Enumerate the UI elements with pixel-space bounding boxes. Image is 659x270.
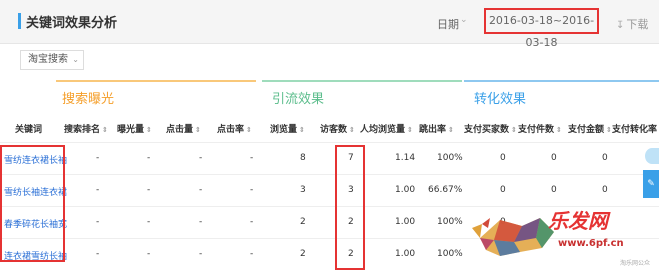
download-button[interactable]: ↧ 下载 [616,16,648,32]
cell-buyers: 0 [500,153,506,163]
cell-amount: 0 [602,185,608,195]
col-impressions-label: 曝光量 [117,125,145,135]
date-range-picker[interactable]: 2016-03-18~2016-03-18 [484,8,599,49]
source-select-value: 淘宝搜索 [28,54,68,65]
cell-pv-per-visitor: 1.14 [395,153,416,163]
cell-search-rank: - [96,217,100,227]
col-ctr-label: 点击率 [217,125,245,135]
cell-pageviews: 2 [300,217,306,227]
sort-icon: ⇕ [606,126,612,134]
cell-pv-per-visitor: 1.00 [395,249,416,259]
watermark-sub: 淘乐网公众 [620,260,651,267]
sort-icon: ⇕ [195,126,201,134]
sort-icon: ⇕ [448,126,454,134]
cell-pv-per-visitor: 1.00 [395,217,416,227]
col-conversion-rate[interactable]: 支付转化率 [612,122,657,135]
cell-impressions: - [147,217,151,227]
download-label: 下载 [626,18,649,31]
col-bounce-rate-label: 跳出率 [419,125,447,135]
cell-search-rank: - [96,249,100,259]
date-label[interactable]: 日期 [437,16,459,32]
cell-search-rank: - [96,153,100,163]
col-pv-per-visitor-label: 人均浏览量 [360,125,406,135]
sort-icon: ⇕ [511,126,517,134]
cell-search-rank: - [96,185,100,195]
group-traffic: 引流效果 [272,92,325,107]
cell-impressions: - [147,249,151,259]
cell-bounce-rate: 100% [437,217,463,227]
cell-ctr: - [250,185,254,195]
cell-buyers: 0 [500,185,506,195]
cell-bounce-rate: 100% [437,153,463,163]
cell-clicks: - [199,217,203,227]
cell-ctr: - [250,249,254,259]
cell-pageviews: 8 [300,153,306,163]
col-keyword: 关键词 [15,125,43,135]
col-pageviews-label: 浏览量 [270,125,298,135]
col-items[interactable]: 支付件数 ⇕ [518,122,562,135]
cell-pageviews: 3 [300,185,306,195]
sort-icon: ⇕ [299,126,305,134]
watermark-url: www.6pf.cn [558,238,624,249]
col-buyers-label: 支付买家数 [464,125,510,135]
row-divider [0,174,659,175]
sort-icon: ⇕ [556,126,562,134]
feedback-button[interactable]: ✎ [643,170,659,198]
col-pv-per-visitor[interactable]: 人均浏览量 ⇕ [360,122,413,135]
col-amount-label: 支付金额 [568,125,605,135]
col-bounce-rate[interactable]: 跳出率 ⇕ [419,122,454,135]
col-pageviews[interactable]: 浏览量 ⇕ [270,122,305,135]
chevron-down-icon: ⌄ [72,55,79,64]
sort-icon: ⇕ [246,126,252,134]
cell-items: 0 [551,153,557,163]
cell-pv-per-visitor: 1.00 [395,185,416,195]
assistant-icon[interactable] [645,148,659,164]
group-line-traffic [262,80,462,82]
sort-icon: ⇕ [349,126,355,134]
col-search-rank-label: 搜索排名 [64,125,101,135]
source-select[interactable]: 淘宝搜索 ⌄ [20,50,84,70]
cell-items: 0 [551,185,557,195]
col-amount[interactable]: 支付金额 ⇕ [568,122,612,135]
visitors-highlight-box [335,145,365,270]
cell-impressions: - [147,153,151,163]
cell-clicks: - [199,249,203,259]
col-visitors-label: 访客数 [320,125,348,135]
cell-pageviews: 2 [300,249,306,259]
cell-bounce-rate: 100% [437,249,463,259]
cell-clicks: - [199,185,203,195]
col-buyers[interactable]: 支付买家数 ⇕ [464,122,517,135]
sort-icon: ⇕ [102,126,108,134]
chevron-down-icon[interactable]: ⌄ [460,15,468,25]
cell-ctr: - [250,153,254,163]
col-search-rank[interactable]: 搜索排名 ⇕ [64,122,108,135]
col-ctr[interactable]: 点击率 ⇕ [217,122,252,135]
cell-clicks: - [199,153,203,163]
col-impressions[interactable]: 曝光量 ⇕ [117,122,152,135]
keyword-highlight-box [0,145,65,262]
page-title: 关键词效果分析 [26,16,118,31]
group-conversion: 转化效果 [474,92,527,107]
col-visitors[interactable]: 访客数 ⇕ [320,122,355,135]
cell-amount: 0 [602,153,608,163]
cell-ctr: - [250,217,254,227]
col-clicks[interactable]: 点击量 ⇕ [166,122,201,135]
col-items-label: 支付件数 [518,125,555,135]
col-conversion-rate-label: 支付转化率 [612,125,658,135]
title-accent [18,13,21,29]
group-line-conversion [464,80,659,82]
group-search: 搜索曝光 [62,92,115,107]
sort-icon: ⇕ [146,126,152,134]
watermark-brand: 乐发网 [548,209,608,233]
cell-impressions: - [147,185,151,195]
download-icon: ↧ [616,20,625,31]
col-clicks-label: 点击量 [166,125,194,135]
row-divider [0,142,659,143]
sort-icon: ⇕ [407,126,413,134]
group-line-search [56,80,256,82]
cell-bounce-rate: 66.67% [428,185,463,195]
